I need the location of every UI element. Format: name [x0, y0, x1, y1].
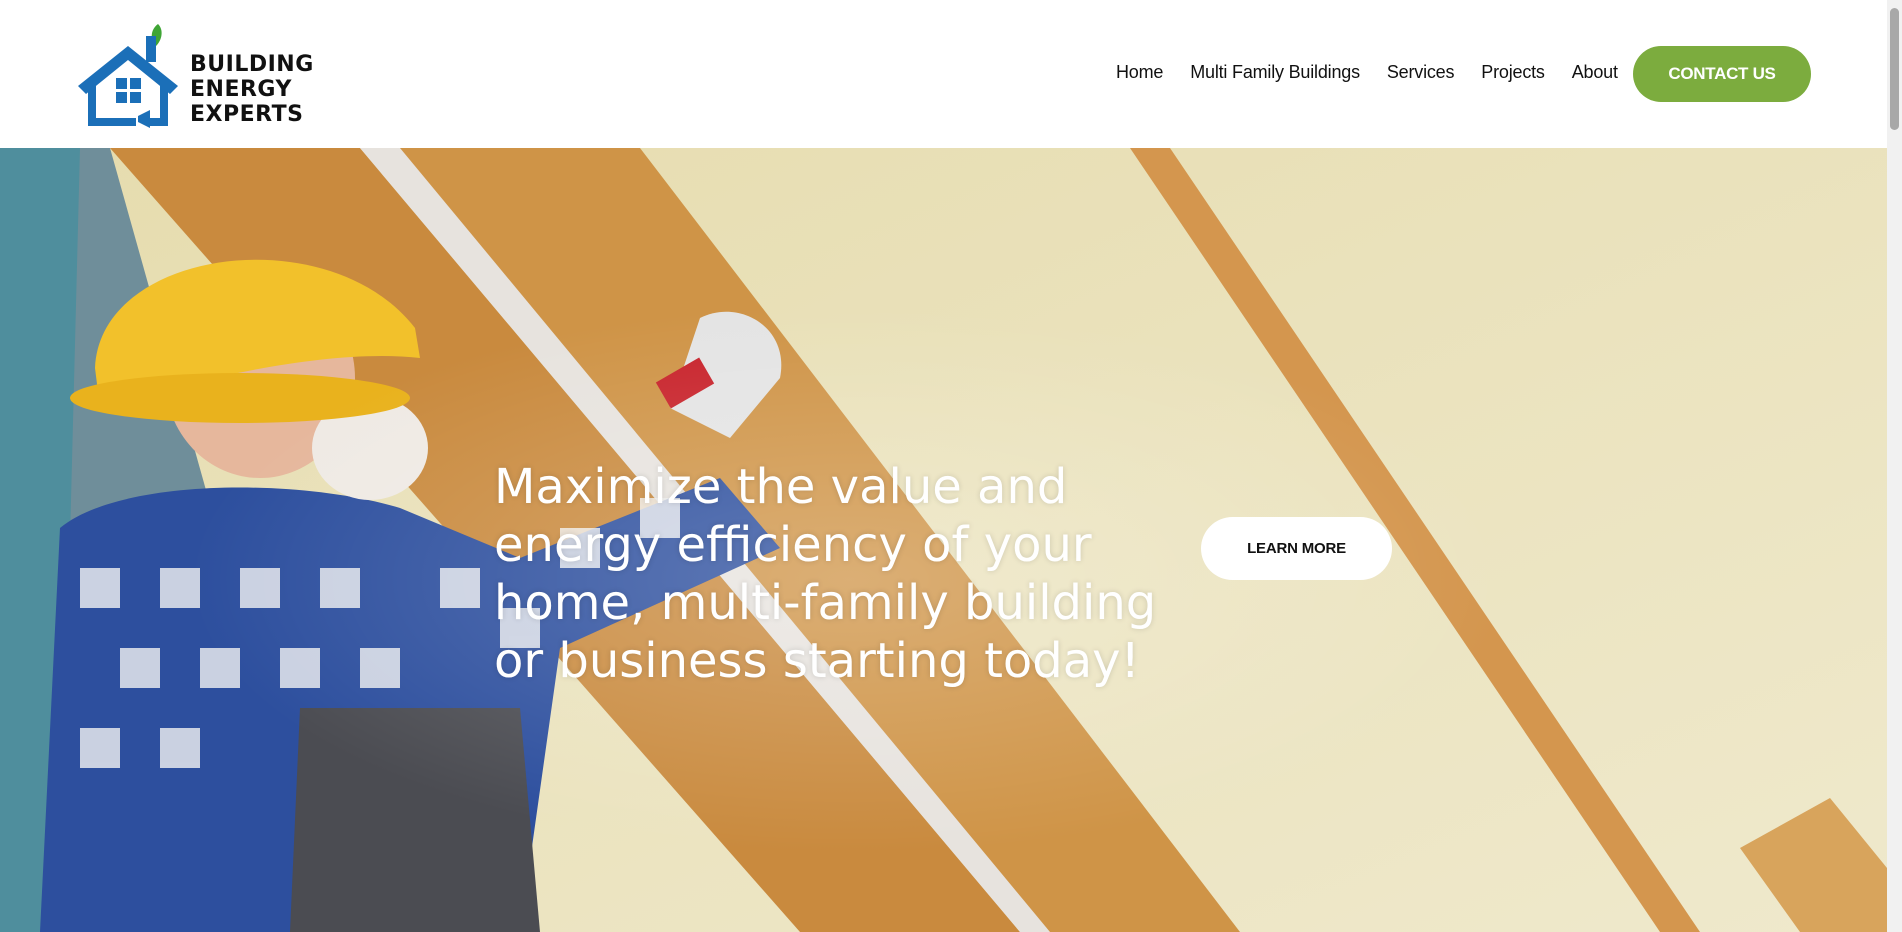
site-header: BUILDING ENERGY EXPERTS Home Multi Famil…	[0, 0, 1887, 148]
brand-line-3: EXPERTS	[190, 102, 304, 127]
brand-line-1: BUILDING	[190, 52, 314, 77]
main-nav: Home Multi Family Buildings Services Pro…	[1116, 62, 1645, 83]
nav-multi-family-buildings[interactable]: Multi Family Buildings	[1190, 62, 1360, 83]
nav-services[interactable]: Services	[1387, 62, 1455, 83]
nav-about[interactable]: About	[1572, 62, 1618, 83]
hero-section: Maximize the value and energy efficiency…	[0, 148, 1887, 932]
hero-headline: Maximize the value and energy efficiency…	[494, 459, 1157, 689]
brand-logo[interactable]: BUILDING ENERGY EXPERTS	[76, 20, 316, 130]
contact-us-button[interactable]: CONTACT US	[1633, 46, 1811, 102]
nav-home[interactable]: Home	[1116, 62, 1163, 83]
nav-projects[interactable]: Projects	[1481, 62, 1545, 83]
brand-line-2: ENERGY	[190, 77, 292, 102]
learn-more-button[interactable]: LEARN MORE	[1201, 517, 1392, 580]
house-logo-icon	[78, 24, 178, 128]
page-scrollbar[interactable]	[1887, 0, 1902, 932]
scrollbar-thumb[interactable]	[1890, 8, 1899, 130]
brand-name: BUILDING ENERGY EXPERTS	[190, 52, 314, 127]
